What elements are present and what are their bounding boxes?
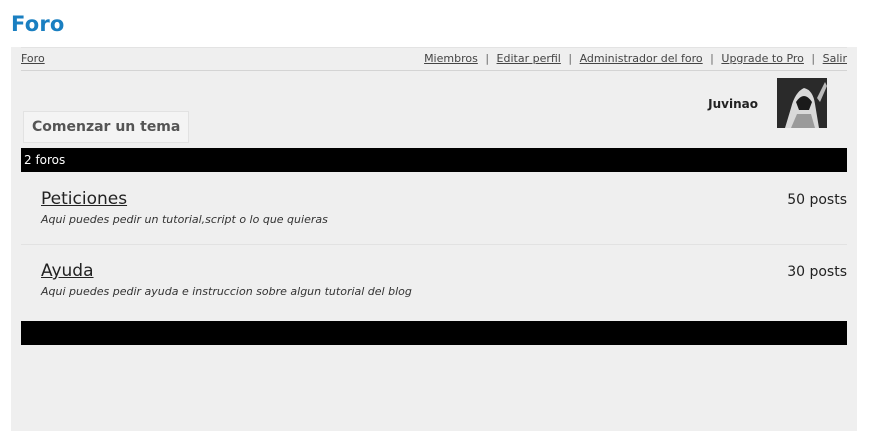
- forum-row: Peticiones Aqui puedes pedir un tutorial…: [21, 172, 847, 245]
- nav-link-salir[interactable]: Salir: [823, 52, 847, 65]
- forum-post-count: 50 posts: [787, 192, 847, 208]
- nav-link-administrador[interactable]: Administrador del foro: [580, 52, 703, 65]
- forums-count-header: 2 foros: [21, 148, 847, 172]
- avatar[interactable]: [777, 78, 827, 128]
- page-title: Foro: [11, 12, 65, 36]
- nav-link-miembros[interactable]: Miembros: [424, 52, 478, 65]
- username[interactable]: Juvinao: [708, 97, 758, 111]
- forum-description: Aqui puedes pedir un tutorial,script o l…: [41, 213, 328, 226]
- forum-title-link[interactable]: Ayuda: [41, 261, 94, 281]
- forum-row: Ayuda Aqui puedes pedir ayuda e instrucc…: [21, 244, 847, 316]
- forum-description: Aqui puedes pedir ayuda e instruccion so…: [41, 285, 412, 298]
- forum-panel: Foro Miembros | Editar perfil | Administ…: [11, 47, 857, 431]
- forum-title-link[interactable]: Peticiones: [41, 189, 127, 209]
- forums-footer-bar: [21, 321, 847, 345]
- nav-separator: |: [811, 52, 816, 65]
- nav-separator: |: [710, 52, 714, 65]
- new-topic-button[interactable]: Comenzar un tema: [23, 111, 190, 143]
- top-navbar: Foro Miembros | Editar perfil | Administ…: [21, 47, 847, 71]
- nav-separator: |: [568, 52, 573, 65]
- nav-link-editar-perfil[interactable]: Editar perfil: [497, 52, 561, 65]
- nav-home-link[interactable]: Foro: [21, 52, 45, 65]
- forum-post-count: 30 posts: [787, 264, 847, 280]
- nav-separator: |: [485, 52, 490, 65]
- avatar-image: [777, 78, 827, 128]
- nav-link-upgrade[interactable]: Upgrade to Pro: [721, 52, 804, 65]
